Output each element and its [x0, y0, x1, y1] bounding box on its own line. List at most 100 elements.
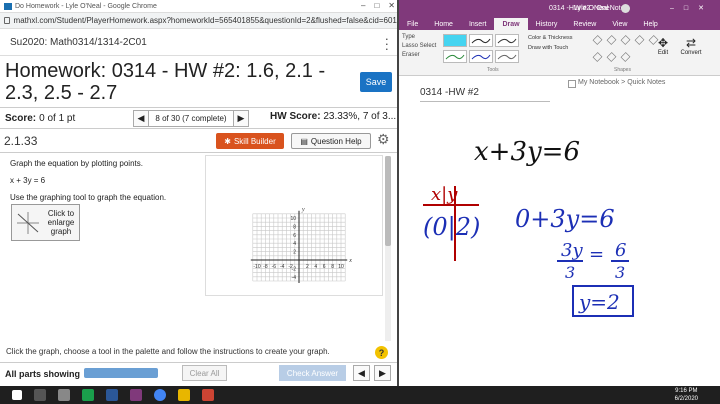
question-help-label: Question Help: [310, 136, 362, 146]
next-part-button[interactable]: ▶: [374, 365, 391, 381]
x-tick-label: -8: [263, 264, 268, 270]
shape-item[interactable]: [620, 35, 631, 45]
system-clock[interactable]: 9:16 PM 6/2/2020: [675, 387, 698, 403]
skill-builder-button[interactable]: ✱ Skill Builder: [216, 133, 284, 149]
window-controls-icon[interactable]: –□✕: [670, 4, 714, 12]
color-thickness-button[interactable]: Color & Thickness: [528, 33, 573, 43]
convert-label: Convert: [680, 50, 702, 56]
pen-gray[interactable]: [495, 50, 519, 63]
tab-view[interactable]: View: [604, 18, 635, 30]
shape-item[interactable]: [592, 35, 603, 45]
edit-button[interactable]: ✥ Edit: [655, 36, 671, 56]
tab-insert[interactable]: Insert: [461, 18, 495, 30]
highlighter-pen[interactable]: [443, 34, 467, 47]
x-tick-label: 6: [323, 264, 326, 270]
tab-home[interactable]: Home: [426, 18, 461, 30]
y-tick-label: -2: [292, 266, 297, 272]
maximize-icon[interactable]: □: [374, 1, 379, 10]
chrome-icon[interactable]: [154, 389, 166, 401]
color-options: Color & Thickness Draw with Touch: [528, 33, 573, 53]
question-number: 2.1.33: [4, 134, 38, 148]
x-tick-label: -10: [253, 264, 260, 270]
ink-step2-right: 6: [615, 240, 626, 261]
hw-score-label: HW Score:: [270, 111, 321, 122]
convert-button[interactable]: ⇄ Convert: [680, 36, 702, 56]
svg-text:=: =: [589, 244, 604, 265]
help-icon[interactable]: ?: [375, 346, 388, 359]
shape-item[interactable]: [634, 35, 645, 45]
hw-score: HW Score: 23.33%, 7 of 3...: [270, 111, 396, 122]
question-select[interactable]: 8 of 30 (7 complete): [149, 110, 233, 127]
gear-icon[interactable]: ⚙: [377, 131, 390, 148]
enlarge-graph-label: Click to enlarge graph: [47, 209, 75, 236]
shapes-group-label: Shapes: [614, 67, 631, 73]
draw-with-touch-button[interactable]: Draw with Touch: [528, 43, 573, 53]
homework-title: Homework: 0314 - HW #2: 1.6, 2.1 - 2.3, …: [5, 60, 326, 104]
tools-group-label: Tools: [487, 67, 499, 73]
onenote-title-bar: 0314 -HW #2 - OneNote Lyle ONeal –□✕: [399, 0, 720, 16]
scrollbar[interactable]: [385, 156, 391, 341]
enlarge-graph-button[interactable]: Click to enlarge graph: [11, 204, 80, 241]
check-answer-button[interactable]: Check Answer: [279, 365, 346, 381]
y-tick-label: 10: [290, 216, 296, 222]
ink-step1: 0+3y=6: [515, 205, 615, 233]
shapes-gallery: [592, 34, 664, 64]
question-help-button[interactable]: ▤ Question Help: [291, 133, 371, 149]
onenote-icon[interactable]: [130, 389, 142, 401]
divider: [0, 152, 398, 153]
ink-equation: x+3y=6: [474, 137, 580, 167]
scrollbar-thumb[interactable]: [385, 156, 391, 246]
pen-black[interactable]: [469, 34, 493, 47]
pen-dark[interactable]: [495, 34, 519, 47]
ink-result: y=2: [578, 290, 620, 314]
clear-all-button[interactable]: Clear All: [182, 365, 227, 381]
task-view-icon[interactable]: [58, 389, 70, 401]
tab-file[interactable]: File: [399, 18, 426, 30]
tab-history[interactable]: History: [528, 18, 566, 30]
shape-item[interactable]: [592, 51, 603, 62]
next-question-button[interactable]: ▶: [233, 110, 249, 127]
shape-item[interactable]: [606, 35, 617, 45]
x-tick-label: 8: [331, 264, 334, 270]
shape-item[interactable]: [606, 51, 617, 62]
lock-icon: [4, 17, 10, 24]
pen-blue[interactable]: [469, 50, 493, 63]
address-bar[interactable]: mathxl.com/Student/PlayerHomework.aspx?h…: [0, 13, 398, 29]
prev-part-button[interactable]: ◀: [353, 365, 370, 381]
question-navigator: ◀ 8 of 30 (7 complete) ▶: [133, 110, 249, 127]
previous-question-button[interactable]: ◀: [133, 110, 149, 127]
window-controls: – □ ✕: [361, 1, 395, 10]
y-tick-label: 8: [293, 224, 296, 230]
tab-review[interactable]: Review: [565, 18, 604, 30]
excel-icon[interactable]: [82, 389, 94, 401]
y-tick-label: 2: [293, 250, 296, 256]
search-icon[interactable]: [34, 389, 46, 401]
ink-table-row: (0|2): [423, 213, 480, 242]
avatar[interactable]: [621, 3, 630, 13]
instruction-tool: Use the graphing tool to graph the equat…: [10, 193, 167, 202]
parts-label: All parts showing: [5, 368, 81, 379]
kebab-menu-icon[interactable]: · · ·: [385, 32, 389, 55]
shape-item[interactable]: [620, 51, 631, 62]
edit-icon: ✥: [657, 36, 669, 50]
file-explorer-icon[interactable]: [178, 389, 190, 401]
graph-area[interactable]: -10 -8 -6 -4 -2 2 4 6 8 10 10 8 6 4 2 -2 -4 x y: [205, 155, 383, 296]
x-axis-label: x: [348, 258, 352, 264]
question-help-icon: ▤: [300, 136, 308, 146]
type-tool[interactable]: Type: [402, 33, 436, 42]
minimize-icon[interactable]: –: [361, 1, 365, 10]
lasso-select-tool[interactable]: Lasso Select: [402, 42, 436, 51]
eraser-tool[interactable]: Eraser: [402, 51, 436, 60]
pen-green[interactable]: [443, 50, 467, 63]
course-header: Su2020: Math0314/1314-2C01 · · ·: [0, 30, 398, 56]
coordinate-grid[interactable]: -10 -8 -6 -4 -2 2 4 6 8 10108642-2-4xy: [206, 156, 384, 297]
close-icon[interactable]: ✕: [388, 1, 395, 10]
x-tick-label: 10: [338, 264, 344, 270]
word-icon[interactable]: [106, 389, 118, 401]
instruction-plot: Graph the equation by plotting points.: [10, 159, 143, 168]
save-button[interactable]: Save: [360, 72, 392, 92]
windows-start-icon[interactable]: [12, 390, 22, 400]
tab-help[interactable]: Help: [635, 18, 665, 30]
tab-draw[interactable]: Draw: [494, 18, 528, 30]
app-icon[interactable]: [202, 389, 214, 401]
